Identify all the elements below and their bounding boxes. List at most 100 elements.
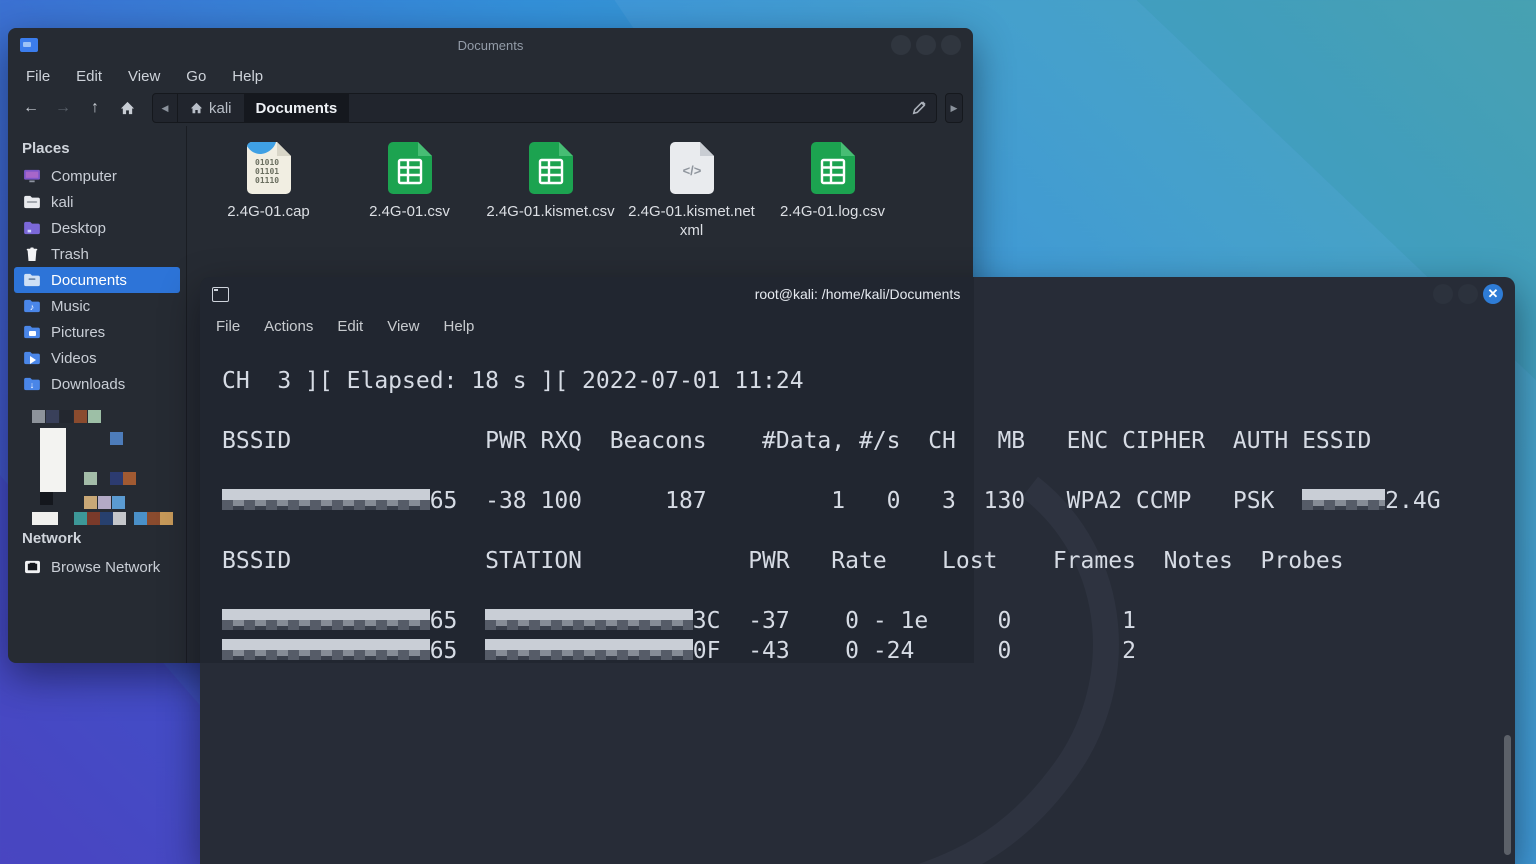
file-item-cap[interactable]: 01010 01101 01110 2.4G-01.cap [198, 142, 339, 221]
file-name: 2.4G-01.csv [369, 202, 450, 221]
sidebar-label: Videos [51, 350, 97, 367]
folder-icon [22, 194, 42, 210]
back-icon[interactable]: ← [18, 96, 44, 120]
status-line: CH 3 ][ Elapsed: 18 s ][ 2022-07-01 11:2… [222, 366, 1515, 396]
terminal-scrollbar[interactable] [1504, 735, 1511, 855]
airodump-output: CH 3 ][ Elapsed: 18 s ][ 2022-07-01 11:2… [200, 341, 1515, 666]
minimize-button[interactable] [891, 35, 911, 55]
sidebar-item-kali[interactable]: kali [14, 189, 180, 215]
fm-window-controls [891, 35, 961, 55]
fm-sidebar: Places Computer kali Desktop Trash Docum… [8, 126, 186, 663]
redacted-station-mac [485, 609, 693, 630]
station-fields: -37 0 - 1e 0 1 [721, 608, 1136, 634]
breadcrumb-home[interactable]: kali [178, 94, 244, 122]
breadcrumb-scroll-right-icon[interactable]: ▶ [945, 93, 963, 123]
menu-help[interactable]: Help [232, 68, 263, 85]
ap-table-header: BSSID PWR RXQ Beacons #Data, #/s CH MB E… [222, 426, 1515, 456]
close-button[interactable] [941, 35, 961, 55]
sidebar-label: Downloads [51, 376, 125, 393]
redacted-bssid [222, 609, 430, 630]
fm-menubar: File Edit View Go Help [8, 62, 973, 90]
redacted-bssid [222, 489, 430, 510]
file-name: 2.4G-01.kismet.csv [486, 202, 614, 221]
file-item-csv[interactable]: 2.4G-01.csv [339, 142, 480, 221]
sidebar-item-documents[interactable]: Documents [14, 267, 180, 293]
sidebar-item-music[interactable]: ♪ Music [14, 293, 180, 319]
minimize-button[interactable] [1433, 284, 1453, 304]
sidebar-label: Pictures [51, 324, 105, 341]
breadcrumb-current[interactable]: Documents [244, 94, 350, 122]
station-table-header: BSSID STATION PWR Rate Lost Frames Notes… [222, 546, 1515, 576]
places-header: Places [8, 136, 186, 163]
terminal-titlebar[interactable]: root@kali: /home/kali/Documents ✕ [200, 277, 1515, 311]
station-row: 65 0F -43 0 -24 0 2 [222, 636, 1515, 666]
file-name: 2.4G-01.kismet.netxml [628, 202, 755, 240]
music-folder-icon: ♪ [22, 298, 42, 314]
redacted-bssid [222, 639, 430, 660]
terminal-window-title: root@kali: /home/kali/Documents [200, 286, 1515, 302]
terminal-app-icon [212, 287, 229, 302]
downloads-folder-icon: ↓ [22, 376, 42, 392]
terminal-window: root@kali: /home/kali/Documents ✕ File A… [200, 277, 1515, 864]
menu-actions[interactable]: Actions [264, 318, 313, 335]
menu-edit[interactable]: Edit [337, 318, 363, 335]
xml-icon-glyph: </> [682, 163, 701, 178]
maximize-button[interactable] [916, 35, 936, 55]
sidebar-item-browse-network[interactable]: Browse Network [14, 554, 180, 580]
redacted-station-mac [485, 639, 693, 660]
folder-icon [22, 272, 42, 288]
sidebar-item-trash[interactable]: Trash [14, 241, 180, 267]
trash-icon [22, 246, 42, 262]
fm-window-title: Documents [8, 38, 973, 53]
redacted-thumbnail-mosaic [22, 404, 182, 534]
sidebar-item-pictures[interactable]: Pictures [14, 319, 180, 345]
forward-icon[interactable]: → [50, 96, 76, 120]
menu-help[interactable]: Help [443, 318, 474, 335]
sidebar-item-videos[interactable]: Videos [14, 345, 180, 371]
sidebar-label: Computer [51, 168, 117, 185]
menu-file[interactable]: File [216, 318, 240, 335]
breadcrumb-home-label: kali [209, 100, 232, 117]
station-suffix: 0F [693, 638, 721, 664]
sidebar-label: Desktop [51, 220, 106, 237]
pictures-folder-icon [22, 324, 42, 340]
sidebar-item-desktop[interactable]: Desktop [14, 215, 180, 241]
menu-view[interactable]: View [387, 318, 419, 335]
network-icon [22, 559, 42, 575]
cap-icon-text: 01010 [255, 158, 279, 167]
home-small-icon [190, 102, 203, 114]
breadcrumb: ◀ kali Documents [152, 93, 937, 123]
file-name: 2.4G-01.log.csv [780, 202, 885, 221]
up-icon[interactable]: ↑ [82, 96, 108, 120]
ap-fields: -38 100 187 1 0 3 130 WPA2 CCMP PSK [457, 488, 1302, 514]
cap-icon-text: 01101 [255, 167, 279, 176]
fm-titlebar[interactable]: Documents [8, 28, 973, 62]
sidebar-label: Music [51, 298, 90, 315]
sidebar-label: Browse Network [51, 559, 160, 576]
sidebar-divider [186, 126, 187, 663]
menu-file[interactable]: File [26, 68, 50, 85]
home-icon[interactable] [114, 96, 140, 120]
menu-go[interactable]: Go [186, 68, 206, 85]
file-item-kismet-csv[interactable]: 2.4G-01.kismet.csv [480, 142, 621, 221]
terminal-menubar: File Actions Edit View Help [200, 311, 1515, 341]
csv-file-icon [811, 142, 855, 194]
maximize-button[interactable] [1458, 284, 1478, 304]
menu-view[interactable]: View [128, 68, 160, 85]
file-item-netxml[interactable]: </> 2.4G-01.kismet.netxml [621, 142, 762, 240]
ap-row: 65 -38 100 187 1 0 3 130 WPA2 CCMP PSK 2… [222, 486, 1515, 516]
station-suffix: 3C [693, 608, 721, 634]
csv-file-icon [529, 142, 573, 194]
edit-path-icon[interactable] [902, 94, 936, 122]
sidebar-label: Trash [51, 246, 89, 263]
fm-toolbar: ← → ↑ ◀ kali Documents ▶ [8, 90, 973, 126]
menu-edit[interactable]: Edit [76, 68, 102, 85]
sidebar-item-computer[interactable]: Computer [14, 163, 180, 189]
close-icon[interactable]: ✕ [1483, 284, 1503, 304]
computer-icon [22, 168, 42, 184]
sidebar-item-downloads[interactable]: ↓ Downloads [14, 371, 180, 397]
file-item-log-csv[interactable]: 2.4G-01.log.csv [762, 142, 903, 221]
redacted-essid [1302, 489, 1385, 510]
breadcrumb-scroll-left-icon[interactable]: ◀ [153, 94, 178, 122]
terminal-window-controls: ✕ [1433, 284, 1503, 304]
